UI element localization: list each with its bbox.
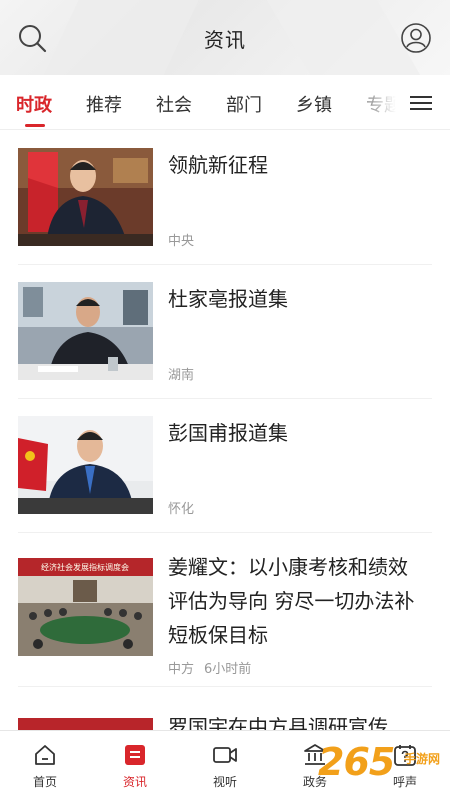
tab-departments[interactable]: 部门: [226, 91, 262, 117]
nav-video[interactable]: 视听: [180, 731, 270, 801]
active-tab-indicator: [25, 124, 45, 127]
tab-politics[interactable]: 时政: [16, 91, 52, 117]
category-tabs: 时政 推荐 社会 部门 乡镇 专题: [0, 75, 450, 130]
news-title[interactable]: 罗国宇在中方县调研宣传: [168, 710, 426, 730]
news-item[interactable]: 领航新征程 中央: [18, 130, 432, 265]
news-thumbnail[interactable]: [18, 718, 153, 730]
news-item[interactable]: 彭国甫报道集 怀化: [18, 398, 432, 533]
menu-icon[interactable]: [410, 92, 432, 112]
nav-label: 视听: [212, 775, 237, 789]
news-source: 怀化: [168, 502, 195, 517]
news-icon: [125, 745, 145, 765]
news-item[interactable]: 罗国宇在中方县调研宣传: [18, 686, 432, 730]
user-profile-icon[interactable]: [400, 22, 432, 54]
tab-fade-overlay: [345, 75, 405, 129]
tab-recommend[interactable]: 推荐: [86, 91, 122, 117]
news-title[interactable]: 领航新征程: [168, 148, 426, 182]
page-title: 资讯: [204, 28, 246, 52]
nav-news[interactable]: 资讯: [90, 731, 180, 801]
home-icon: [35, 745, 55, 765]
tab-towns[interactable]: 乡镇: [296, 91, 332, 117]
news-item[interactable]: 经济社会发展指标调度会 姜耀文：以小康考核和绩效评估为导向 穷尽一切办法补短板保…: [18, 532, 432, 687]
news-thumbnail[interactable]: [18, 282, 153, 380]
watermark-text: 手游网: [404, 752, 441, 766]
news-source: 中方: [168, 662, 195, 677]
watermark-number: 265: [318, 740, 395, 784]
news-meta: 中方 6小时前: [168, 658, 251, 677]
watermark-logo: 265 手游网: [318, 740, 450, 794]
meeting-banner-text: 经济社会发展指标调度会: [41, 562, 129, 572]
news-thumbnail[interactable]: [18, 148, 153, 246]
news-title[interactable]: 彭国甫报道集: [168, 416, 426, 450]
nav-home[interactable]: 首页: [0, 731, 90, 801]
news-source: 湖南: [168, 368, 195, 383]
news-meta: 湖南: [168, 364, 194, 383]
news-title[interactable]: 姜耀文：以小康考核和绩效评估为导向 穷尽一切办法补短板保目标: [168, 550, 426, 652]
news-time: 6小时前: [204, 662, 252, 677]
news-list: 领航新征程 中央 杜家亳报道集 湖南 彭国甫报道集 怀化 经济社会发展指标调度会…: [0, 130, 450, 730]
news-source: 中央: [168, 234, 195, 249]
news-title[interactable]: 杜家亳报道集: [168, 282, 426, 316]
nav-label: 首页: [32, 775, 57, 789]
news-item[interactable]: 杜家亳报道集 湖南: [18, 264, 432, 399]
news-meta: 中央: [168, 230, 194, 249]
tab-society[interactable]: 社会: [156, 91, 192, 117]
news-thumbnail[interactable]: [18, 416, 153, 514]
news-meta: 怀化: [168, 498, 194, 517]
video-icon: [213, 747, 237, 763]
nav-label: 资讯: [122, 775, 147, 789]
top-header: 资讯: [0, 0, 450, 75]
news-thumbnail[interactable]: 经济社会发展指标调度会: [18, 558, 153, 656]
